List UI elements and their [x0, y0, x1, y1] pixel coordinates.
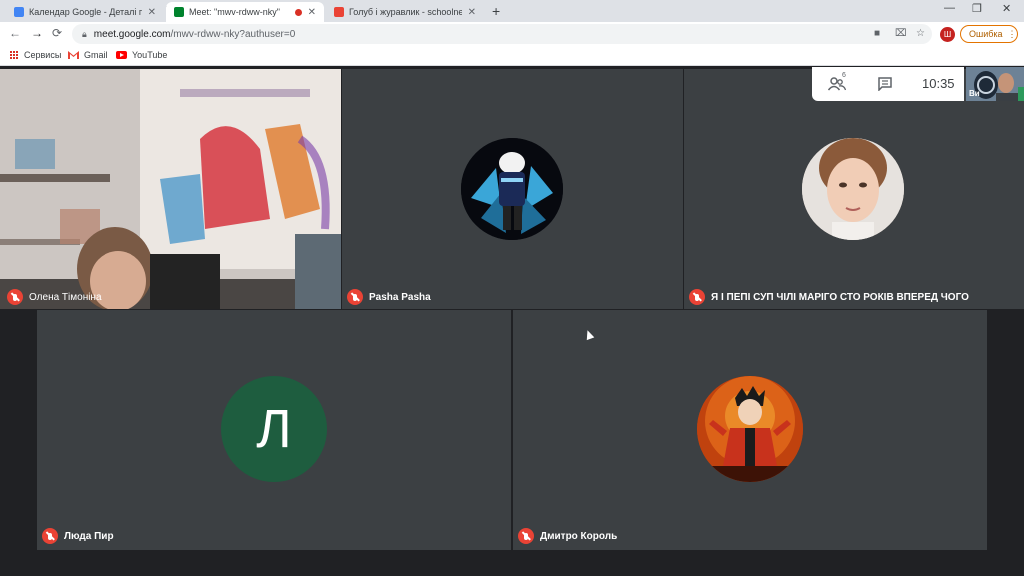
self-view-tile[interactable]: Ви: [966, 67, 1024, 101]
tab-google-calendar[interactable]: Календар Google - Деталі події ✕: [6, 2, 164, 22]
letter-avatar: Л: [221, 376, 327, 482]
participant-name: Дмитро Король: [540, 530, 618, 542]
youtube-icon: [116, 51, 127, 59]
tab-strip: Календар Google - Деталі події ✕ Meet: "…: [0, 0, 1024, 22]
lock-icon: 🔒︎: [82, 28, 87, 39]
camera-feed-image: [0, 69, 341, 309]
participant-tile-video[interactable]: Олена Тімоніна: [0, 69, 341, 309]
chat-icon: [878, 77, 892, 92]
reload-button[interactable]: ⟳: [52, 26, 62, 40]
participant-name-tag: Pasha Pasha: [347, 289, 431, 305]
participant-tile[interactable]: Дмитро Король: [513, 310, 987, 550]
close-icon[interactable]: ✕: [468, 7, 476, 18]
avatar: [802, 138, 904, 240]
participant-tile[interactable]: Я І ПЕПІ СУП ЧІЛІ МАРІГО СТО РОКІВ ВПЕРЕ…: [684, 69, 1024, 309]
avatar: [461, 138, 563, 240]
url-path: /mwv-rdww-nky?authuser=0: [170, 28, 296, 40]
participant-name: Pasha Pasha: [369, 291, 431, 303]
mic-off-icon: [42, 528, 58, 544]
browser-toolbar: ← → ⟳ 🔒︎ meet.google.com/mwv-rdww-nky?au…: [0, 22, 1024, 46]
error-label: Ошибка: [969, 29, 1003, 39]
meet-icon: [174, 7, 184, 17]
mic-off-icon: [7, 289, 23, 305]
error-button[interactable]: Ошибка ⋮: [960, 25, 1018, 43]
meeting-info-panel: 6 10:35: [812, 67, 964, 101]
participant-name: Олена Тімоніна: [29, 291, 102, 303]
tab-title: Календар Google - Деталі події: [29, 7, 142, 17]
maximize-button[interactable]: ❐: [972, 2, 982, 15]
gmail-icon: [334, 7, 344, 17]
url-host: meet.google.com: [93, 28, 171, 40]
tab-meet[interactable]: Meet: "mwv-rdww-nky" ✕: [166, 2, 324, 22]
people-count: 6: [842, 72, 846, 79]
participant-name-tag: Я І ПЕПІ СУП ЧІЛІ МАРІГО СТО РОКІВ ВПЕРЕ…: [689, 289, 969, 305]
chat-button[interactable]: [878, 77, 892, 96]
people-icon: [827, 77, 847, 91]
avatar: [697, 376, 803, 482]
recording-dot-icon: [294, 8, 302, 16]
mic-off-icon: [518, 528, 534, 544]
close-icon[interactable]: ✕: [148, 7, 156, 18]
bookmark-label: Gmail: [84, 50, 108, 60]
meeting-clock: 10:35: [922, 76, 955, 91]
tab-title: Голуб і журавлик - schoolnextw...: [349, 7, 462, 17]
address-bar[interactable]: 🔒︎ meet.google.com/mwv-rdww-nky?authuser…: [72, 24, 932, 44]
translate-icon[interactable]: ⌧: [895, 28, 907, 39]
participant-tile[interactable]: Pasha Pasha: [342, 69, 683, 309]
tab-title: Meet: "mwv-rdww-nky": [189, 7, 280, 17]
camera-icon[interactable]: ■: [874, 28, 880, 39]
bookmark-gmail[interactable]: Gmail: [68, 50, 108, 60]
people-button[interactable]: [827, 77, 847, 96]
new-tab-button[interactable]: +: [492, 3, 500, 19]
calendar-icon: [14, 7, 24, 17]
bookmarks-bar: Сервисы Gmail YouTube: [0, 46, 1024, 66]
bookmark-label: Сервисы: [24, 50, 62, 60]
bookmark-youtube[interactable]: YouTube: [116, 50, 167, 60]
bookmark-apps[interactable]: Сервисы: [10, 50, 61, 60]
participant-name-tag: Люда Пир: [42, 528, 114, 544]
mic-off-icon: [689, 289, 705, 305]
forward-button[interactable]: →: [31, 26, 43, 40]
gmail-icon: [68, 51, 79, 59]
back-button[interactable]: ←: [9, 26, 21, 40]
participant-name: Люда Пир: [64, 530, 114, 542]
participant-name-tag: Олена Тімоніна: [7, 289, 102, 305]
more-icon: ⋮: [1007, 28, 1017, 39]
minimize-button[interactable]: —: [944, 2, 955, 14]
participant-name: Я І ПЕПІ СУП ЧІЛІ МАРІГО СТО РОКІВ ВПЕРЕ…: [711, 291, 969, 303]
participant-tile[interactable]: Л Люда Пир: [37, 310, 511, 550]
close-window-button[interactable]: ✕: [1002, 2, 1011, 15]
close-icon[interactable]: ✕: [308, 7, 316, 18]
bookmark-label: YouTube: [132, 50, 168, 60]
self-view-label: Ви: [969, 89, 980, 98]
participant-name-tag: Дмитро Король: [518, 528, 617, 544]
meet-stage: Олена Тімоніна Pasha Pasha Я І ПЕПІ СУП …: [0, 67, 1024, 576]
bookmark-star-icon[interactable]: ☆: [916, 28, 925, 39]
profile-avatar[interactable]: Ш: [940, 27, 955, 42]
mic-off-icon: [347, 289, 363, 305]
apps-grid-icon: [10, 50, 19, 60]
tab-gmail[interactable]: Голуб і журавлик - schoolnextw... ✕: [326, 2, 484, 22]
